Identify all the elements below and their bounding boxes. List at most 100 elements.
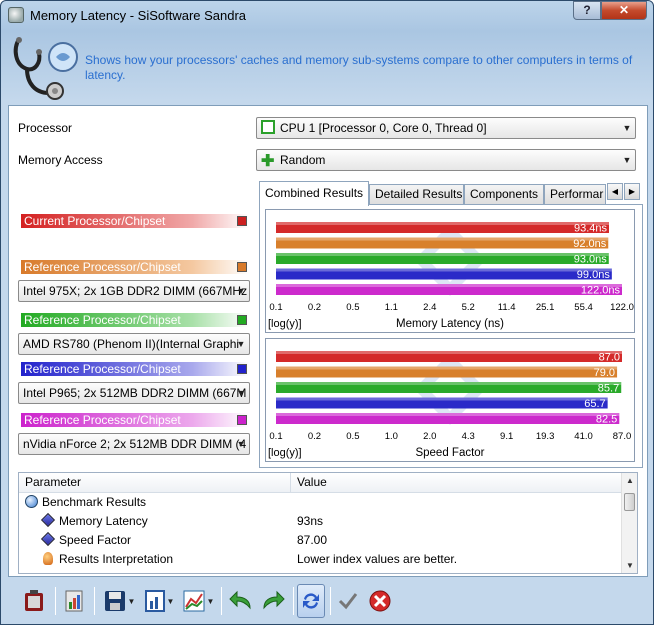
reference-select-1[interactable]: Intel 975X; 2x 1GB DDR2 DIMM (667MHz ▼ xyxy=(18,280,250,302)
memory-access-select[interactable]: ✚ Random ▼ xyxy=(256,149,636,171)
window-title: Memory Latency - SiSoftware Sandra xyxy=(30,8,247,23)
scroll-up-icon[interactable]: ▲ xyxy=(622,473,637,488)
banner-description: Shows how your processors' caches and me… xyxy=(85,53,633,82)
chart-options-icon[interactable]: ▼ xyxy=(141,584,177,618)
grid-scrollbar[interactable]: ▲ ▼ xyxy=(621,473,637,573)
reference-bar-2: Reference Processor/Chipset xyxy=(21,313,249,327)
chart-tick-label: 1.0 xyxy=(385,431,398,442)
refresh-icon[interactable] xyxy=(297,584,325,618)
cancel-icon[interactable] xyxy=(366,584,394,618)
combined-results-panel: 93.4ns 92.0ns 93.0ns 99.0ns 122.0ns 0.1 0.2 0.5… xyxy=(259,204,643,468)
scroll-down-icon[interactable]: ▼ xyxy=(622,558,637,573)
ok-icon[interactable] xyxy=(334,584,362,618)
chart-tick-label: 0.5 xyxy=(346,431,359,442)
chart-tick-label: 19.3 xyxy=(536,431,555,442)
reference-value-3: Intel P965; 2x 512MB DDR2 DIMM (667M xyxy=(23,386,247,400)
chevron-down-icon: ▼ xyxy=(236,388,246,398)
bulb-icon xyxy=(43,552,53,565)
chart-data-label: 85.7 xyxy=(598,383,619,395)
reference-select-2[interactable]: AMD RS780 (Phenom II)(Internal Graphi ▼ xyxy=(18,333,250,355)
reference-label-3: Reference Processor/Chipset xyxy=(24,362,181,376)
chart-bar-highlight xyxy=(276,222,609,225)
chart-tick-label: 122.0 xyxy=(610,302,634,313)
table-row[interactable]: Benchmark Results xyxy=(19,493,619,512)
diamond-icon xyxy=(40,512,56,528)
current-processor-bar: Current Processor/Chipset xyxy=(21,214,249,228)
chart-bar-highlight xyxy=(276,397,608,401)
chart-scale-label: [log(y)] xyxy=(268,447,302,459)
chart-bar-highlight xyxy=(276,237,609,241)
chart-tick-label: 87.0 xyxy=(613,431,632,442)
chart-axis-label: Memory Latency (ns) xyxy=(396,318,504,330)
reference-bar-1: Reference Processor/Chipset xyxy=(21,260,249,274)
row-value: Lower index values are better. xyxy=(297,552,458,566)
tab-scroll-right-icon[interactable]: ▶ xyxy=(624,183,640,200)
main-panel: Processor CPU 1 [Processor 0, Core 0, Th… xyxy=(8,105,648,577)
help-button[interactable]: ? xyxy=(573,1,601,20)
processor-select[interactable]: CPU 1 [Processor 0, Core 0, Thread 0] ▼ xyxy=(256,117,636,139)
row-parameter: Benchmark Results xyxy=(42,495,147,509)
reference-bar-3: Reference Processor/Chipset xyxy=(21,362,249,376)
row-parameter: Results Interpretation xyxy=(59,552,174,566)
toolbar-separator xyxy=(221,587,222,615)
back-icon[interactable] xyxy=(226,584,256,618)
reference-color-swatch-2[interactable] xyxy=(237,315,247,325)
chart-tick-label: 11.4 xyxy=(498,302,516,313)
app-window: Memory Latency - SiSoftware Sandra ? ✕ S… xyxy=(0,0,654,625)
tab-detailed-results[interactable]: Detailed Results xyxy=(369,184,464,205)
reference-color-swatch-3[interactable] xyxy=(237,364,247,374)
tab-scroll-left-icon[interactable]: ◀ xyxy=(607,183,623,200)
chart-data-label: 92.0ns xyxy=(573,238,607,250)
results-grid: Parameter Value Benchmark Results Memory… xyxy=(18,472,638,574)
report-icon[interactable] xyxy=(60,584,90,618)
chart-bar-highlight xyxy=(276,413,620,416)
globe-icon xyxy=(25,495,38,508)
column-header-parameter[interactable]: Parameter xyxy=(19,473,291,493)
graph-icon[interactable]: ▼ xyxy=(179,584,217,618)
save-icon[interactable]: ▼ xyxy=(99,584,139,618)
cpu-icon xyxy=(261,120,275,134)
bottom-toolbar: ▼ ▼ ▼ xyxy=(8,581,648,621)
chart-tick-label: 5.2 xyxy=(462,302,475,313)
chart-bar-highlight xyxy=(276,284,622,287)
chart-tick-label: 2.0 xyxy=(423,431,436,442)
tab-components[interactable]: Components xyxy=(464,184,544,205)
reference-select-4[interactable]: nVidia nForce 2; 2x 512MB DDR DIMM (4 ▼ xyxy=(18,433,250,455)
chart-tick-label: 9.1 xyxy=(500,431,513,442)
close-button[interactable]: ✕ xyxy=(601,1,647,20)
tab-combined-results[interactable]: Combined Results xyxy=(259,181,369,206)
current-processor-label: Current Processor/Chipset xyxy=(24,214,166,228)
table-row[interactable]: Speed Factor 87.00 xyxy=(19,531,619,550)
chart-tick-label: 55.4 xyxy=(574,302,593,313)
reference-select-3[interactable]: Intel P965; 2x 512MB DDR2 DIMM (667M ▼ xyxy=(18,382,250,404)
chart-data-label: 65.7 xyxy=(584,398,605,410)
title-bar[interactable]: Memory Latency - SiSoftware Sandra ? ✕ xyxy=(1,1,653,31)
tab-performance[interactable]: Performar xyxy=(544,184,606,205)
latency-chart-svg: 93.4ns 92.0ns 93.0ns 99.0ns 122.0ns 0.1 0.2 0.5… xyxy=(268,222,634,330)
reference-value-1: Intel 975X; 2x 1GB DDR2 DIMM (667MHz xyxy=(23,284,248,298)
reference-label-2: Reference Processor/Chipset xyxy=(24,313,181,327)
row-value: 93ns xyxy=(297,514,324,528)
table-row[interactable]: Results Interpretation Lower index value… xyxy=(19,550,619,569)
row-parameter: Speed Factor xyxy=(59,533,132,547)
module-icon[interactable] xyxy=(18,584,50,618)
chart-data-label: 79.0 xyxy=(594,367,615,379)
toolbar-separator xyxy=(94,587,95,615)
reference-color-swatch-1[interactable] xyxy=(237,262,247,272)
forward-icon[interactable] xyxy=(258,584,288,618)
column-header-value[interactable]: Value xyxy=(291,473,623,493)
reference-bar-4: Reference Processor/Chipset xyxy=(21,413,249,427)
chart-data-label: 93.0ns xyxy=(574,254,608,266)
current-color-swatch[interactable] xyxy=(237,216,247,226)
table-row[interactable]: Memory Latency 93ns xyxy=(19,512,619,531)
chevron-down-icon: ▼ xyxy=(236,439,246,449)
latency-chart: 93.4ns 92.0ns 93.0ns 99.0ns 122.0ns 0.1 0.2 0.5… xyxy=(265,209,635,333)
chart-tick-label: 0.2 xyxy=(308,431,321,442)
reference-color-swatch-4[interactable] xyxy=(237,415,247,425)
chart-data-label: 93.4ns xyxy=(574,223,608,235)
banner: Shows how your processors' caches and me… xyxy=(7,31,649,103)
diamond-icon xyxy=(40,531,56,547)
app-icon xyxy=(8,7,24,23)
chart-axis-label: Speed Factor xyxy=(415,447,484,459)
scroll-thumb[interactable] xyxy=(624,493,635,511)
